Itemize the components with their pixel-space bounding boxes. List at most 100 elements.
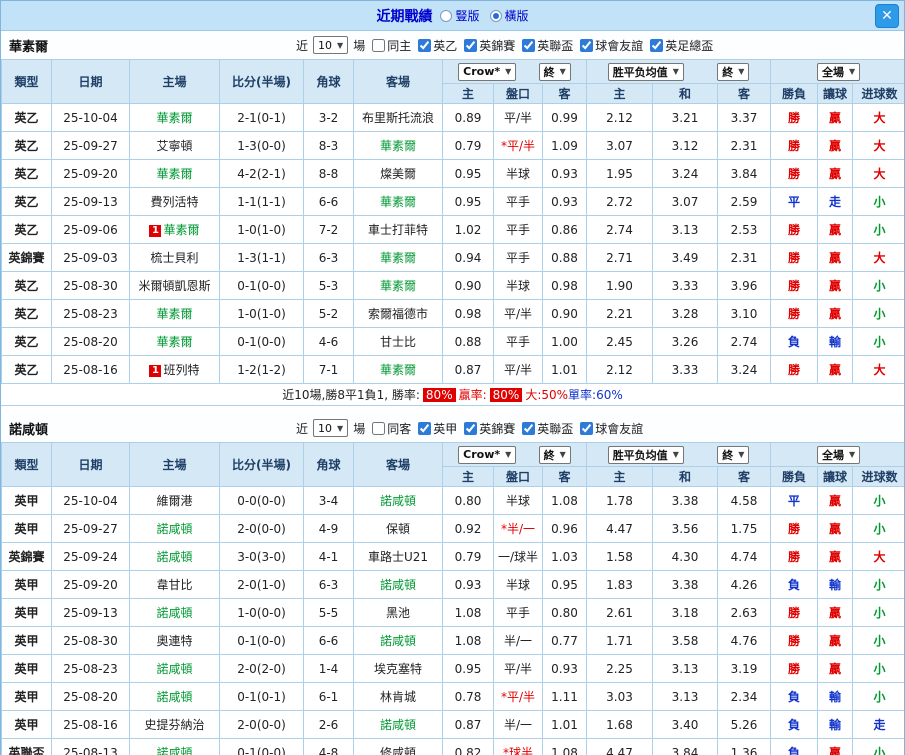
date-header: 日期 [51,59,130,104]
corner-cell: 4-1 [303,542,354,571]
away-team-name: 林肯城 [379,690,416,704]
handicap-result-cell: 贏 [817,131,854,160]
home-team-cell: 諾咸頓 [129,654,220,683]
close-button[interactable]: ✕ [875,4,899,28]
layout-radio[interactable]: 橫版 [489,7,529,24]
layout-radio-group: 豎版 橫版 [440,7,529,24]
table-body: 英甲 25-10-04 維爾港 0-0(0-0) 3-4 諾咸頓 0.80 半球 1.08 1.7… [1,486,904,755]
handicap-result-cell: 贏 [817,215,854,244]
red-card-badge: 1 [149,225,162,237]
checkbox-input[interactable] [418,38,432,52]
score-cell: 1-1(1-1) [219,187,304,216]
europe-final-select[interactable]: 終 ▼ [717,445,750,464]
handicap-result-cell: 贏 [817,654,854,683]
fulltime-select[interactable]: 全場 ▼ [816,62,861,81]
asian-final-select-value: 終 [543,448,555,462]
home-team-cell: 華素爾 [129,299,220,328]
asian-away-odds-cell: 0.86 [541,215,588,244]
asian-away-odds-cell: 0.93 [541,159,588,188]
score-cell: 0-0(0-0) [219,486,304,515]
asian-final-select[interactable]: 終 ▼ [538,445,571,464]
corner-cell: 4-9 [303,514,354,543]
date-cell: 25-09-13 [51,187,130,216]
home-team-name: 韋甘比 [156,578,193,592]
section-header: 諾咸頓 近 10 ▼ 場 同客 英甲 英錦賽 英聯盃 球會友誼 [1,414,904,442]
asian-home-header: 主 [442,466,494,487]
layout-radio[interactable]: 豎版 [440,7,480,24]
odds-company-select[interactable]: Crow* ▼ [458,62,517,81]
score-cell: 4-2(2-1) [219,159,304,188]
fulltime-select[interactable]: 全場 ▼ [816,445,861,464]
checkbox-input[interactable] [650,38,664,52]
team-name: 諾咸頓 [9,422,49,438]
asian-away-odds-cell: 1.11 [541,682,588,711]
asian-final-select[interactable]: 終 ▼ [538,62,571,81]
handicap-line-cell: 半球 [493,486,543,515]
checkbox-input[interactable] [580,38,594,52]
filter-checkbox[interactable]: 同主 [372,37,411,54]
away-team-cell: 華素爾 [353,271,443,300]
league-cell: 英乙 [1,103,52,132]
filter-checkbox[interactable]: 英甲 [418,420,457,437]
checkbox-input[interactable] [580,421,594,435]
corner-cell: 2-6 [303,710,354,739]
away-team-cell: 布里斯托流浪 [353,103,443,132]
asian-away-odds-cell: 0.93 [541,654,588,683]
score-cell: 1-0(1-0) [219,215,304,244]
odds-company-select[interactable]: Crow* ▼ [458,445,517,464]
table-head: 類型 日期 主場 比分(半場) 角球 客場 Crow* ▼ 終 ▼ 胜平负均值 ▼ 終 ▼ 全場 ▼ 主盤口客主… [1,442,904,487]
away-team-cell: 埃克塞特 [353,654,443,683]
euro-away-header: 客 [717,83,772,104]
filter-checkbox[interactable]: 英錦賽 [464,37,515,54]
filter-checkbox[interactable]: 英足總盃 [650,37,713,54]
away-team-cell: 燦美爾 [353,159,443,188]
away-team-cell: 索爾福德市 [353,299,443,328]
checkbox-input[interactable] [464,421,478,435]
filter-checkbox[interactable]: 英聯盃 [522,37,573,54]
checkbox-label: 球會友誼 [595,421,644,436]
goals-result-cell: 小 [852,327,904,356]
match-count-select[interactable]: 10 ▼ [313,36,349,54]
checkbox-input[interactable] [522,38,536,52]
checkbox-input[interactable] [372,38,386,52]
europe-final-select[interactable]: 終 ▼ [717,62,750,81]
checkbox-input[interactable] [522,421,536,435]
europe-odds-select[interactable]: 胜平负均值 ▼ [607,445,684,464]
date-cell: 25-08-23 [51,654,130,683]
home-team-name: 華素爾 [156,111,193,125]
checkbox-input[interactable] [372,421,386,435]
filter-checkbox[interactable]: 英聯盃 [522,420,573,437]
result-cell: 勝 [770,299,819,328]
checkbox-input[interactable] [418,421,432,435]
checkbox-input[interactable] [464,38,478,52]
europe-odds-select[interactable]: 胜平负均值 ▼ [607,62,684,81]
match-row: 英甲 25-10-04 維爾港 0-0(0-0) 3-4 諾咸頓 0.80 半球 1.08 1.7… [1,486,904,515]
score-cell: 0-1(0-0) [219,271,304,300]
europe-final-select-value: 終 [722,448,734,462]
league-cell: 英錦賽 [1,243,52,272]
filter-checkbox[interactable]: 同客 [372,420,411,437]
away-team-name: 諾咸頓 [379,718,416,732]
result-cell: 負 [770,327,819,356]
home-team-name: 艾寧頓 [156,139,193,153]
fulltime-controls: 全場 ▼ [772,62,904,81]
match-row: 英甲 25-08-20 諾咸頓 0-1(0-1) 6-1 林肯城 0.78 *平/半 1.11 3… [1,682,904,711]
corner-cell: 8-8 [303,159,354,188]
euro-away-cell: 3.10 [717,299,772,328]
checkbox-label: 英錦賽 [479,38,516,53]
home-team-cell: 梳士貝利 [129,243,220,272]
filter-checkbox[interactable]: 英乙 [418,37,457,54]
home-team-cell: 華素爾 [129,103,220,132]
handicap-result-header: 讓球 [817,83,854,104]
filter-checkbox[interactable]: 英錦賽 [464,420,515,437]
match-row: 英甲 25-09-27 諾咸頓 2-0(0-0) 4-9 保頓 0.92 *半/一 0.96 4.… [1,514,904,543]
score-cell: 1-0(1-0) [219,299,304,328]
asian-away-odds-cell: 0.88 [541,243,588,272]
euro-away-cell: 2.34 [717,682,772,711]
filter-checkbox[interactable]: 球會友誼 [580,37,643,54]
match-count-select[interactable]: 10 ▼ [313,419,349,437]
score-header: 比分(半場) [219,59,304,104]
asian-odds-controls: Crow* ▼ 終 ▼ [444,445,586,464]
filter-checkbox[interactable]: 球會友誼 [580,420,643,437]
handicap-result-cell: 贏 [817,355,854,384]
